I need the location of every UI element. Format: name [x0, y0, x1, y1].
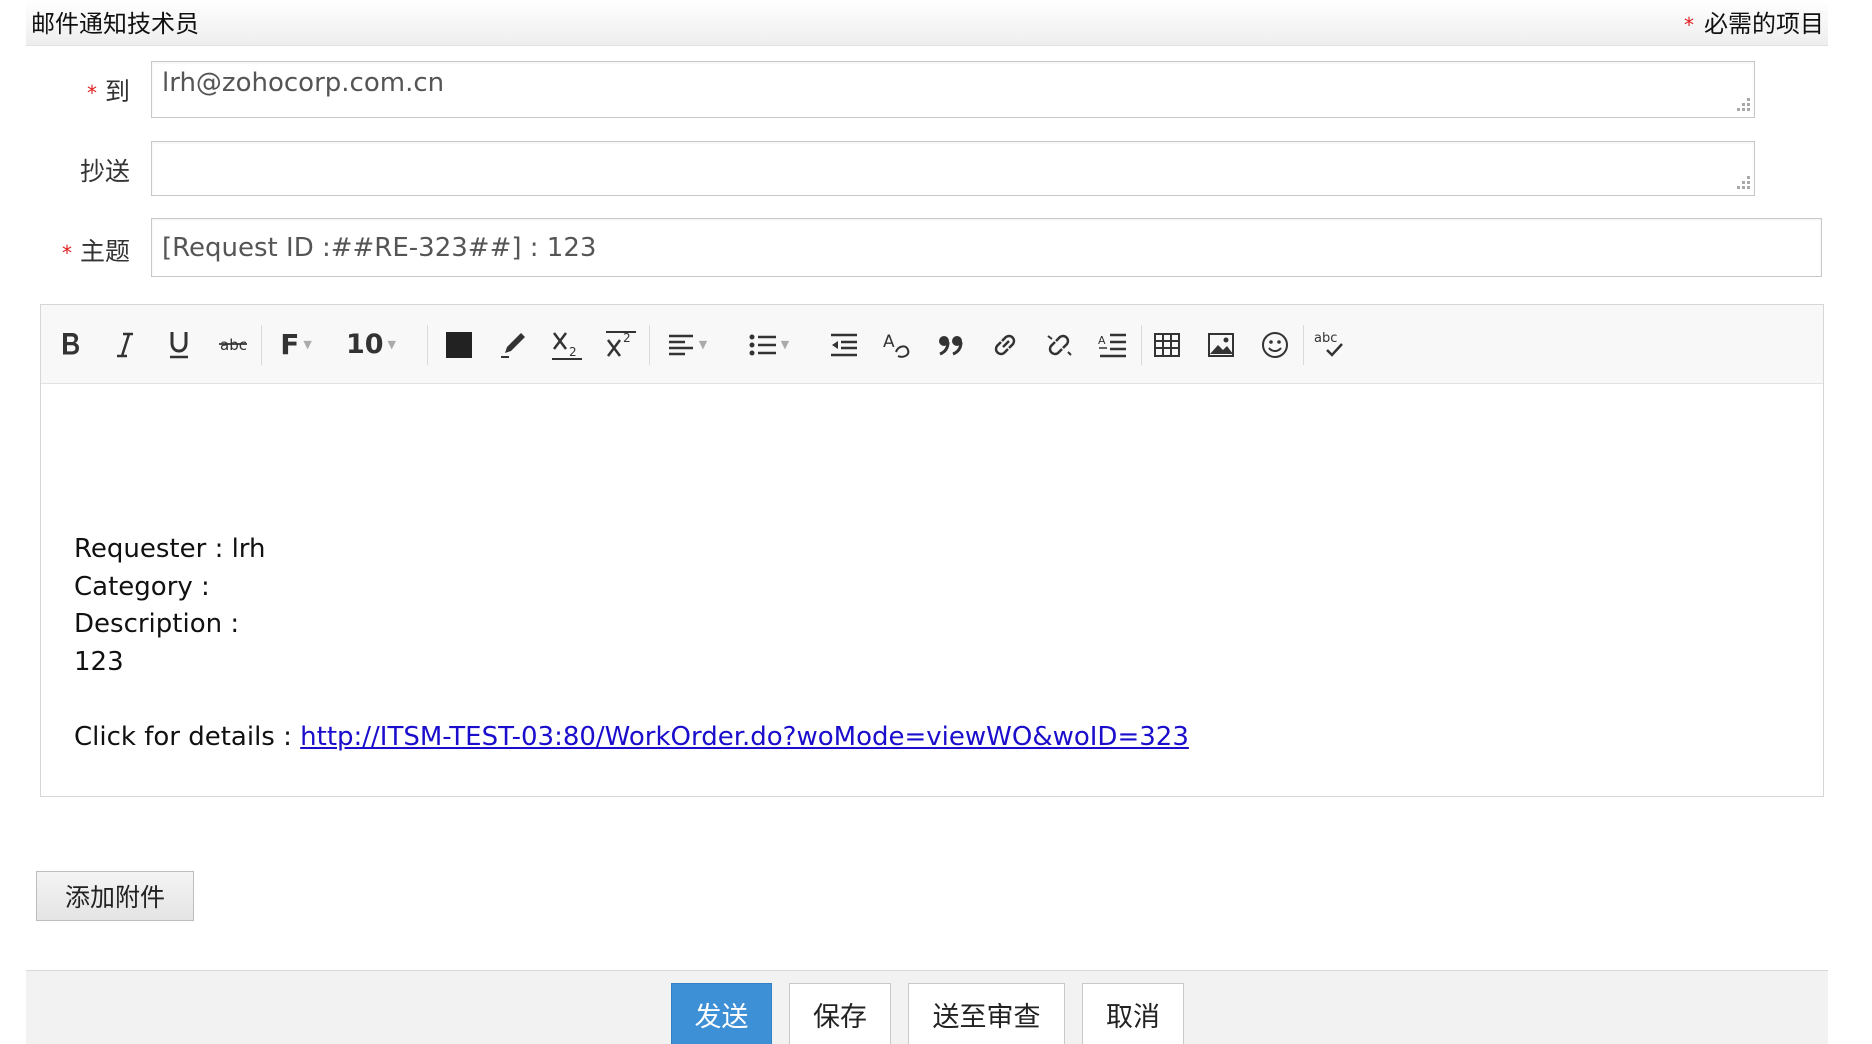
resize-grip-icon[interactable] [1733, 96, 1753, 116]
image-icon[interactable] [1201, 305, 1241, 384]
to-label: * 到 [74, 72, 130, 108]
chevron-down-icon: ▼ [698, 338, 708, 351]
italic-icon[interactable] [105, 305, 145, 384]
font-size-value: 10 [345, 329, 384, 360]
svg-text:A: A [1098, 334, 1106, 347]
body-line-category: Category : [74, 571, 210, 602]
svg-text:A: A [883, 332, 895, 352]
align-icon[interactable]: ▼ [657, 305, 717, 384]
chevron-down-icon: ▼ [780, 338, 790, 351]
font-size-select[interactable]: 10 ▼ [341, 305, 401, 384]
quote-icon[interactable] [931, 305, 971, 384]
email-body-editor: abc F ▼ 10 ▼ 2 2 ▼ ▼ A A abc Requester : l… [40, 304, 1824, 797]
add-attachment-button[interactable]: 添加附件 [36, 871, 194, 921]
spellcheck-icon[interactable]: abc [1309, 305, 1349, 384]
superscript-icon[interactable]: 2 [601, 305, 641, 384]
required-note-label: 必需的项目 [1704, 10, 1824, 38]
required-star: * [61, 241, 72, 265]
table-icon[interactable] [1147, 305, 1187, 384]
toolbar-separator [1141, 325, 1142, 365]
subject-label-text: 主题 [79, 237, 130, 266]
form-header: 邮件通知技术员 * 必需的项目 [26, 0, 1828, 46]
editor-toolbar: abc F ▼ 10 ▼ 2 2 ▼ ▼ A A abc [41, 305, 1823, 384]
subject-label: * 主题 [46, 232, 130, 268]
svg-text:abc: abc [1314, 331, 1337, 346]
bold-icon[interactable] [51, 305, 91, 384]
submit-for-review-button[interactable]: 送至审查 [908, 983, 1065, 1044]
font-family-icon[interactable]: F ▼ [273, 305, 319, 384]
save-button[interactable]: 保存 [789, 983, 891, 1044]
to-field[interactable]: lrh@zohocorp.com.cn [151, 61, 1755, 118]
to-field-wrapper: lrh@zohocorp.com.cn [151, 61, 1755, 118]
toolbar-separator [1303, 325, 1304, 365]
font-family-label: F [280, 328, 300, 361]
cc-field[interactable] [151, 141, 1755, 196]
subject-input[interactable] [151, 218, 1822, 277]
svg-text:2: 2 [623, 331, 631, 345]
highlight-icon[interactable] [493, 305, 533, 384]
send-button[interactable]: 发送 [671, 983, 772, 1044]
toolbar-separator [649, 325, 650, 365]
body-line-details: Click for details : http://ITSM-TEST-03:… [74, 719, 1823, 757]
body-line-description: Description : [74, 609, 240, 639]
underline-icon[interactable] [159, 305, 199, 384]
list-icon[interactable]: ▼ [739, 305, 799, 384]
details-link[interactable]: http://ITSM-TEST-03:80/WorkOrder.do?woMo… [300, 722, 1189, 752]
to-label-text: 到 [104, 77, 130, 106]
chevron-down-icon: ▼ [303, 338, 312, 351]
email-body-content[interactable]: Requester : lrh Category : Description :… [41, 385, 1823, 796]
body-line-requester: Requester : lrh [74, 534, 266, 564]
required-fields-note: * 必需的项目 [1684, 4, 1824, 39]
cc-field-wrapper [151, 141, 1755, 196]
emoji-icon[interactable] [1255, 305, 1295, 384]
svg-text:2: 2 [569, 345, 577, 359]
chevron-down-icon: ▼ [387, 338, 397, 351]
text-color-icon[interactable] [439, 305, 479, 384]
required-star: * [1684, 13, 1694, 37]
toolbar-separator [427, 325, 428, 365]
details-label: Click for details : [74, 721, 301, 752]
svg-text:abc: abc [220, 336, 247, 354]
unlink-icon[interactable] [1039, 305, 1079, 384]
required-star: * [86, 81, 97, 105]
outdent-icon[interactable] [821, 305, 867, 384]
body-line-description-value: 123 [74, 646, 124, 677]
strikethrough-icon[interactable]: abc [213, 305, 253, 384]
line-height-icon[interactable]: A [1093, 305, 1133, 384]
cancel-button[interactable]: 取消 [1082, 983, 1184, 1044]
resize-grip-icon[interactable] [1733, 174, 1753, 194]
subscript-icon[interactable]: 2 [547, 305, 587, 384]
cc-label: 抄送 [79, 157, 130, 186]
form-title: 邮件通知技术员 [31, 10, 199, 38]
link-icon[interactable] [985, 305, 1025, 384]
clear-format-icon[interactable]: A [877, 305, 917, 384]
toolbar-separator [261, 325, 262, 365]
